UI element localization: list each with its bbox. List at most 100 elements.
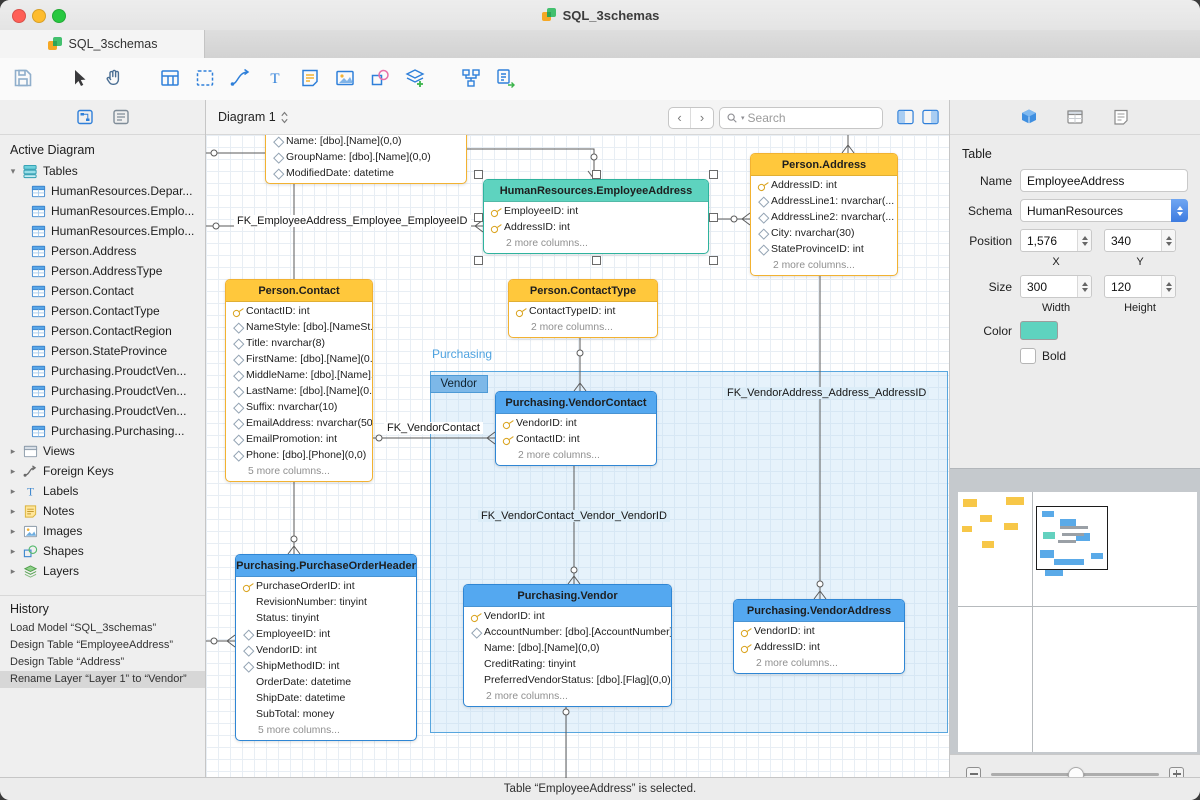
table-field[interactable]: AddressID: int [734, 639, 904, 655]
table-field[interactable]: LastName: [dbo].[Name](0... [226, 383, 372, 399]
toolbar-new-label-button[interactable]: T [260, 64, 290, 94]
table-field[interactable]: AccountNumber: [dbo].[AccountNumber]... [464, 624, 671, 640]
canvas-label-purchasing[interactable]: Purchasing [432, 347, 492, 361]
disclosure-triangle[interactable]: ▸ [8, 466, 18, 477]
history-item[interactable]: Load Model “SQL_3schemas” [0, 620, 205, 637]
toolbar-save-button[interactable] [8, 64, 38, 94]
stepper-icon[interactable] [1077, 276, 1091, 297]
disclosure-triangle[interactable]: ▸ [8, 526, 18, 537]
table-employee-address[interactable]: HumanResources.EmployeeAddressEmployeeID… [483, 179, 709, 254]
sidebar-item-person-contact[interactable]: Person.Contact [0, 281, 205, 301]
sidebar-tab-diagram[interactable] [74, 106, 96, 128]
zoom-slider[interactable] [991, 773, 1159, 776]
sidebar-item-purchasing-proudctven[interactable]: Purchasing.ProudctVen... [0, 361, 205, 381]
fk-label[interactable]: FK_VendorAddress_Address_AddressID [724, 387, 929, 399]
selection-handle[interactable] [592, 170, 601, 179]
sidebar-item-purchasing-proudctven[interactable]: Purchasing.ProudctVen... [0, 401, 205, 421]
table-vendor[interactable]: Purchasing.VendorVendorID: intAccountNum… [463, 584, 672, 707]
back-button[interactable]: ‹ [669, 108, 691, 128]
table-person-contacttype[interactable]: Person.ContactTypeContactTypeID: int2 mo… [508, 279, 658, 338]
toolbar-new-foreign-key-button[interactable] [225, 64, 255, 94]
sidebar-item-person-contacttype[interactable]: Person.ContactType [0, 301, 205, 321]
overview-map[interactable] [950, 468, 1200, 754]
sidebar-item-person-contactregion[interactable]: Person.ContactRegion [0, 321, 205, 341]
sidebar-item-purchasing-proudctven[interactable]: Purchasing.ProudctVen... [0, 381, 205, 401]
table-field[interactable]: SubTotal: money [236, 706, 416, 722]
table-field[interactable]: Phone: [dbo].[Phone](0,0) [226, 447, 372, 463]
position-x-input[interactable]: 1,576 [1020, 229, 1092, 252]
disclosure-triangle[interactable]: ▸ [8, 566, 18, 577]
toolbar-auto-layout-button[interactable] [456, 64, 486, 94]
position-y-input[interactable]: 340 [1104, 229, 1176, 252]
sidebar-item-views[interactable]: ▸Views [0, 441, 205, 461]
sidebar-item-tables[interactable]: ▾Tables [0, 161, 205, 181]
sidebar-item-humanresources-emplo[interactable]: HumanResources.Emplo... [0, 201, 205, 221]
diagram-canvas[interactable]: Vendor Purchasing [206, 135, 949, 778]
overview-viewport[interactable] [1036, 506, 1108, 570]
table-vendor-address[interactable]: Purchasing.VendorAddressVendorID: intAdd… [733, 599, 905, 674]
sidebar-item-humanresources-depar[interactable]: HumanResources.Depar... [0, 181, 205, 201]
color-swatch[interactable] [1020, 321, 1058, 340]
table-field[interactable]: ShipDate: datetime [236, 690, 416, 706]
diagram-selector[interactable]: Diagram 1 [218, 100, 289, 134]
selection-handle[interactable] [474, 213, 483, 222]
table-field[interactable]: ShipMethodID: int [236, 658, 416, 674]
toolbar-pointer-button[interactable] [64, 64, 94, 94]
table-field[interactable]: VendorID: int [734, 623, 904, 639]
disclosure-triangle[interactable]: ▸ [8, 486, 18, 497]
table-field[interactable]: AddressLine2: nvarchar(... [751, 209, 897, 225]
table-field[interactable]: MiddleName: [dbo].[Name]... [226, 367, 372, 383]
sidebar-item-foreign-keys[interactable]: ▸Foreign Keys [0, 461, 205, 481]
disclosure-triangle[interactable]: ▸ [8, 506, 18, 517]
selection-handle[interactable] [474, 170, 483, 179]
panel-tab-ddl[interactable] [1064, 106, 1086, 128]
table-field[interactable]: City: nvarchar(30) [751, 225, 897, 241]
size-width-input[interactable]: 300 [1020, 275, 1092, 298]
table-field[interactable]: NameStyle: [dbo].[NameSt... [226, 319, 372, 335]
table-field[interactable]: FirstName: [dbo].[Name](0... [226, 351, 372, 367]
table-field[interactable]: Title: nvarchar(8) [226, 335, 372, 351]
table-field[interactable]: PurchaseOrderID: int [236, 578, 416, 594]
table-field[interactable]: ModifiedDate: datetime [266, 165, 466, 181]
toolbar-hand-button[interactable] [99, 64, 129, 94]
sidebar-item-notes[interactable]: ▸Notes [0, 501, 205, 521]
selection-handle[interactable] [474, 256, 483, 265]
table-field[interactable]: VendorID: int [464, 608, 671, 624]
table-field[interactable]: RevisionNumber: tinyint [236, 594, 416, 610]
table-field[interactable]: AddressID: int [484, 219, 708, 235]
table-field[interactable]: Name: [dbo].[Name](0,0) [266, 135, 466, 149]
table-person-contact[interactable]: Person.ContactContactID: intNameStyle: [… [225, 279, 373, 482]
fk-label[interactable]: FK_VendorContact [384, 422, 483, 434]
toolbar-new-shape-button[interactable] [365, 64, 395, 94]
history-item[interactable]: Design Table “Address” [0, 654, 205, 671]
panel-tab-note[interactable] [1110, 106, 1132, 128]
table-field[interactable]: VendorID: int [236, 642, 416, 658]
table-purchase-order-header[interactable]: Purchasing.PurchaseOrderHeaderPurchaseOr… [235, 554, 417, 741]
table-field[interactable]: EmployeeID: int [484, 203, 708, 219]
history-item[interactable]: Design Table “EmployeeAddress” [0, 637, 205, 654]
history-item[interactable]: Rename Layer “Layer 1” to “Vendor” [0, 671, 205, 688]
forward-button[interactable]: › [691, 108, 713, 128]
sidebar-item-images[interactable]: ▸Images [0, 521, 205, 541]
search-input[interactable]: ▾ Search [719, 107, 883, 129]
table-employee-partial[interactable]: Name: [dbo].[Name](0,0)GroupName: [dbo].… [265, 135, 467, 184]
table-field[interactable]: ContactTypeID: int [509, 303, 657, 319]
disclosure-triangle[interactable]: ▾ [8, 166, 18, 177]
disclosure-triangle[interactable]: ▸ [8, 546, 18, 557]
table-field[interactable]: AddressLine1: nvarchar(... [751, 193, 897, 209]
fk-label[interactable]: FK_VendorContact_Vendor_VendorID [478, 510, 670, 522]
table-field[interactable]: VendorID: int [496, 415, 656, 431]
table-field[interactable]: ContactID: int [226, 303, 372, 319]
table-field[interactable]: GroupName: [dbo].[Name](0,0) [266, 149, 466, 165]
table-field[interactable]: Suffix: nvarchar(10) [226, 399, 372, 415]
table-person-address[interactable]: Person.AddressAddressID: intAddressLine1… [750, 153, 898, 276]
sidebar-item-person-stateprovince[interactable]: Person.StateProvince [0, 341, 205, 361]
fk-label[interactable]: FK_EmployeeAddress_Employee_EmployeeID [234, 215, 471, 227]
name-input[interactable]: EmployeeAddress [1020, 169, 1188, 192]
table-field[interactable]: OrderDate: datetime [236, 674, 416, 690]
toolbar-new-table-button[interactable] [155, 64, 185, 94]
table-field[interactable]: Name: [dbo].[Name](0,0) [464, 640, 671, 656]
selection-handle[interactable] [592, 256, 601, 265]
disclosure-triangle[interactable]: ▸ [8, 446, 18, 457]
sidebar-item-purchasing-purchasing[interactable]: Purchasing.Purchasing... [0, 421, 205, 441]
